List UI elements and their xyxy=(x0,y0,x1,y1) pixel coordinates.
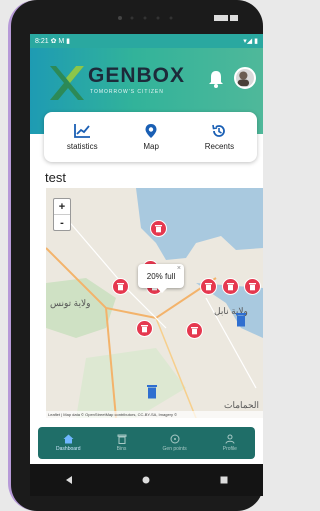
user-avatar-icon xyxy=(237,71,250,87)
system-navigation-bar xyxy=(30,464,263,496)
coin-icon xyxy=(170,434,180,444)
status-bar: 8:21 ✿ M ▮ ▾◢ ▮ xyxy=(30,34,263,48)
quick-action-label: statistics xyxy=(66,142,98,151)
quick-action-label: Map xyxy=(143,142,159,151)
nav-label: Profile xyxy=(222,446,237,452)
nav-label: Bins xyxy=(116,446,127,452)
map-place-label: ولاية تونس xyxy=(50,298,91,308)
map-attribution: Leaflet | Map data © OpenStreetMap contr… xyxy=(46,411,263,418)
map-place-label: الحمامات xyxy=(224,400,260,410)
popup-text: 20% full xyxy=(146,271,176,281)
back-icon[interactable] xyxy=(64,475,74,485)
user-icon xyxy=(225,434,235,444)
nav-label: Gen points xyxy=(162,446,187,452)
trash-icon xyxy=(249,283,256,291)
nav-profile[interactable]: Profile xyxy=(223,434,237,452)
quick-action-label: Recents xyxy=(204,142,235,151)
logo-subtitle: TOMORROW'S CITIZEN xyxy=(90,89,164,95)
home-button-icon[interactable] xyxy=(141,475,151,485)
map-zoom-control: + - xyxy=(53,198,71,231)
bell-icon[interactable] xyxy=(208,70,224,88)
bin-marker[interactable] xyxy=(200,278,217,295)
bin-fill-popup: 20% full × xyxy=(138,264,184,293)
bin-marker[interactable] xyxy=(222,278,239,295)
nav-gen-points[interactable]: Gen points xyxy=(163,434,187,452)
quick-action-recents[interactable]: Recents xyxy=(205,123,234,151)
section-title: test xyxy=(45,170,66,185)
avatar[interactable] xyxy=(234,67,256,89)
status-right-icons: ▾◢ ▮ xyxy=(243,38,258,45)
status-time: 8:21 ✿ M ▮ xyxy=(35,38,71,45)
bin-marker[interactable] xyxy=(150,220,167,237)
app-screen: 8:21 ✿ M ▮ ▾◢ ▮ GENBOX TOMORROW'S CITIZE… xyxy=(30,34,263,496)
bin-marker[interactable] xyxy=(244,278,261,295)
trash-icon xyxy=(205,283,212,291)
phone-top-bar xyxy=(118,15,238,21)
home-icon xyxy=(63,434,74,444)
popup-close-icon[interactable]: × xyxy=(177,265,181,272)
nav-bins[interactable]: Bins xyxy=(117,434,127,452)
quick-action-statistics[interactable]: statistics xyxy=(67,123,98,151)
logo-text: GENBOX xyxy=(88,64,186,87)
nav-label: Dashboard xyxy=(56,446,81,452)
history-icon xyxy=(212,124,226,137)
nav-dashboard[interactable]: Dashboard xyxy=(56,434,80,452)
bin-marker[interactable] xyxy=(186,322,203,339)
trash-icon xyxy=(117,283,124,291)
bin-marker[interactable] xyxy=(136,320,153,337)
trash-icon xyxy=(155,225,162,233)
quick-actions-card: statistics Map Recents xyxy=(44,112,257,162)
map-view[interactable]: + - ولاية تونس ولاية نابل الحمامات 20% f… xyxy=(46,188,263,418)
blue-bin-marker-icon[interactable] xyxy=(146,384,158,399)
zoom-out-button[interactable]: - xyxy=(54,214,70,230)
bin-icon xyxy=(117,434,127,444)
zoom-in-button[interactable]: + xyxy=(54,199,70,214)
location-pin-icon xyxy=(145,124,157,138)
blue-bin-marker-icon[interactable] xyxy=(235,312,247,327)
chart-icon xyxy=(74,124,91,138)
bin-marker[interactable] xyxy=(112,278,129,295)
bottom-navigation: Dashboard Bins Gen points Profile xyxy=(38,427,255,459)
genbox-logo-icon xyxy=(50,66,84,100)
trash-icon xyxy=(227,283,234,291)
quick-action-map[interactable]: Map xyxy=(143,123,159,151)
trash-icon xyxy=(141,325,148,333)
recents-button-icon[interactable] xyxy=(219,475,229,485)
trash-icon xyxy=(191,327,198,335)
